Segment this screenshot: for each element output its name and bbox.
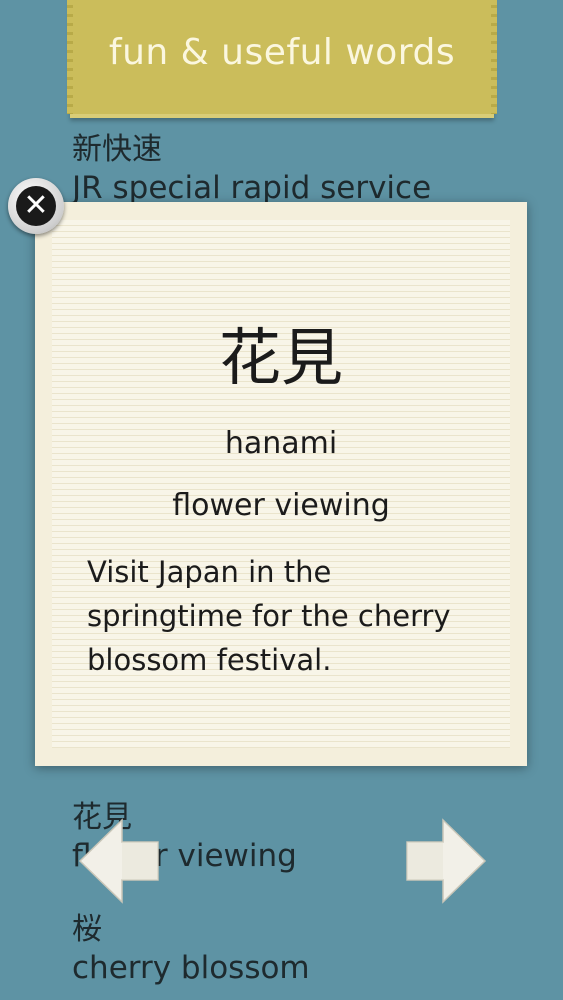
word-card: 花見 hanami flower viewing Visit Japan in … xyxy=(35,202,527,766)
card-english: flower viewing xyxy=(172,488,390,523)
list-item-meaning: cherry blossom xyxy=(72,950,310,986)
list-item-kanji: 桜 xyxy=(72,912,102,947)
card-paper: 花見 hanami flower viewing Visit Japan in … xyxy=(52,220,510,748)
close-icon: ✕ xyxy=(16,186,56,226)
page-title: fun & useful words xyxy=(108,32,456,73)
header-banner: fun & useful words xyxy=(67,0,497,118)
arrow-left-icon xyxy=(78,818,159,904)
list-item-kanji: 新快速 xyxy=(72,132,162,167)
list-item[interactable]: 桜 cherry blossom xyxy=(72,912,310,988)
list-item[interactable]: 新快速 JR special rapid service xyxy=(72,132,431,208)
prev-button[interactable] xyxy=(78,818,160,904)
next-button[interactable] xyxy=(405,818,487,904)
close-button[interactable]: ✕ xyxy=(8,178,64,234)
card-example-sentence: Visit Japan in the springtime for the ch… xyxy=(87,555,451,677)
arrow-right-icon xyxy=(406,818,487,904)
card-kanji: 花見 xyxy=(218,321,343,394)
card-romaji: hanami xyxy=(224,426,338,461)
